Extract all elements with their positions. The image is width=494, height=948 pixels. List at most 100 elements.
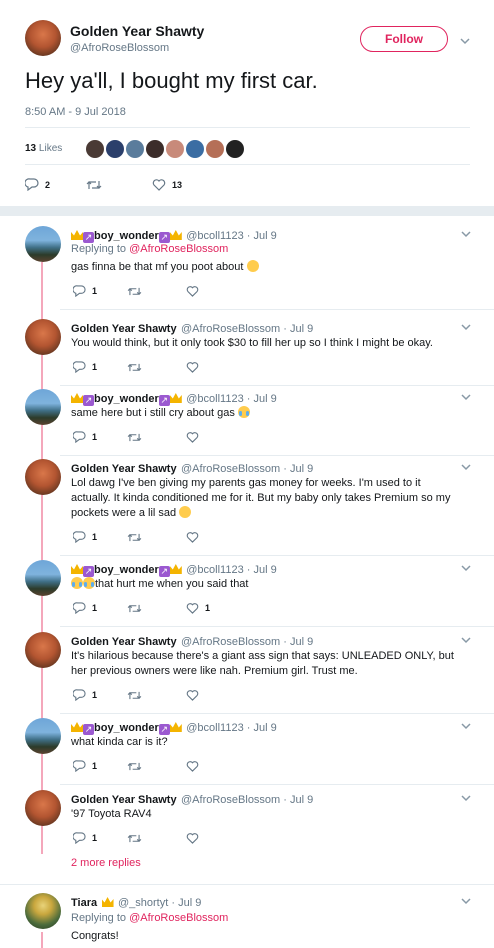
replying-to-handle[interactable]: @AfroRoseBlossom [129,912,228,924]
like-button[interactable] [186,689,205,701]
reply-button[interactable]: 1 [73,285,97,297]
crown-emoji-icon [71,230,83,240]
liker-avatar[interactable] [106,140,124,158]
author-handle[interactable]: @_shortyt · Jul 9 [118,897,201,909]
avatar[interactable] [25,893,61,929]
author-handle[interactable]: @AfroRoseBlossom · Jul 9 [181,463,313,475]
retweet-icon [127,834,142,842]
chevron-down-icon[interactable] [460,228,472,240]
author-name[interactable]: Golden Year Shawty [71,323,177,335]
divider [0,884,494,885]
liker-avatar[interactable] [186,140,204,158]
like-button[interactable] [186,832,205,844]
avatar[interactable] [25,319,61,355]
chevron-down-icon[interactable] [460,562,472,574]
liker-avatar[interactable] [126,140,144,158]
like-button[interactable] [186,531,205,543]
like-button[interactable]: 1 [186,602,210,614]
reply-actions: 1 [73,285,235,297]
reply-text-row: that hurt me when you said that [71,577,248,592]
author-name[interactable]: Tiara [71,897,97,909]
like-button[interactable] [186,760,205,772]
author-name[interactable]: boy_wonder [94,722,159,734]
reply-icon [73,285,86,297]
liker-avatar[interactable] [86,140,104,158]
likes-stat[interactable]: 13 Likes [25,143,62,154]
retweet-icon [127,604,142,612]
chevron-down-icon[interactable] [460,461,472,473]
liker-avatar[interactable] [166,140,184,158]
author-name[interactable]: boy_wonder [94,564,159,576]
reply-button[interactable]: 1 [73,531,97,543]
avatar[interactable] [25,718,61,754]
avatar[interactable] [25,389,61,425]
reply-actions: 1 [73,689,235,701]
replying-to-handle[interactable]: @AfroRoseBlossom [129,243,228,255]
author-handle[interactable]: @bcoll1123 · Jul 9 [186,564,276,576]
reply-button[interactable]: 1 [73,832,97,844]
divider [60,626,494,627]
like-button[interactable]: 13 [152,178,182,191]
author-name[interactable]: boy_wonder [94,230,159,242]
avatar[interactable] [25,560,61,596]
author-handle[interactable]: @bcoll1123 · Jul 9 [186,393,276,405]
author-name[interactable]: Golden Year Shawty [71,636,177,648]
author-name[interactable]: Golden Year Shawty [71,794,177,806]
chevron-down-icon[interactable] [460,634,472,646]
chevron-down-icon[interactable] [459,35,471,47]
chevron-down-icon[interactable] [460,720,472,732]
liker-avatar[interactable] [226,140,244,158]
avatar[interactable] [25,459,61,495]
reply-text-line: It's hilarious because there's a giant a… [71,649,471,664]
divider [60,555,494,556]
author-handle[interactable]: @AfroRoseBlossom · Jul 9 [181,323,313,335]
reply-button[interactable]: 1 [73,361,97,373]
avatar[interactable] [25,632,61,668]
chevron-down-icon[interactable] [460,391,472,403]
reply-header: ↗ boy_wonder ↗ @bcoll1123 · Jul 9 [71,718,277,736]
like-button[interactable] [186,285,205,297]
avatar[interactable] [25,226,61,262]
retweet-button[interactable] [127,761,142,772]
avatar[interactable] [25,790,61,826]
retweet-button[interactable] [127,532,142,543]
author-name[interactable]: boy_wonder [94,393,159,405]
follow-button[interactable]: Follow [360,26,448,52]
reply-button[interactable]: 1 [73,431,97,443]
retweet-button[interactable] [127,286,142,297]
avatar[interactable] [25,20,61,56]
chevron-down-icon[interactable] [460,895,472,907]
liker-avatar[interactable] [206,140,224,158]
more-replies-link[interactable]: 2 more replies [71,857,141,869]
author-handle[interactable]: @AfroRoseBlossom [70,42,169,54]
reply-count: 1 [92,362,98,372]
author-name[interactable]: Golden Year Shawty [71,463,177,475]
reply-button[interactable]: 1 [73,689,97,701]
chevron-down-icon[interactable] [460,321,472,333]
chevron-down-icon[interactable] [460,792,472,804]
author-handle[interactable]: @AfroRoseBlossom · Jul 9 [181,636,313,648]
reply-text: what kinda car is it? [71,736,168,748]
liker-avatar[interactable] [146,140,164,158]
retweet-button[interactable] [127,690,142,701]
replying-prefix: Replying to [71,243,130,255]
reply-button[interactable]: 1 [73,602,97,614]
like-button[interactable] [186,361,205,373]
author-name[interactable]: Golden Year Shawty [70,23,204,39]
divider [60,385,494,386]
like-button[interactable] [186,431,205,443]
retweet-button[interactable] [127,833,142,844]
timestamp[interactable]: 8:50 AM - 9 Jul 2018 [25,106,126,118]
author-handle[interactable]: @AfroRoseBlossom · Jul 9 [181,794,313,806]
author-handle[interactable]: @bcoll1123 · Jul 9 [186,722,276,734]
retweet-button[interactable] [127,432,142,443]
author-handle[interactable]: @bcoll1123 · Jul 9 [186,230,276,242]
retweet-button[interactable] [86,179,102,191]
retweet-button[interactable] [127,603,142,614]
retweet-button[interactable] [127,362,142,373]
reply-button[interactable]: 2 [25,178,50,191]
reply-icon [73,832,86,844]
reply-button[interactable]: 1 [73,760,97,772]
crown-emoji-icon [169,393,182,403]
reply-text-line: Lol dawg I've ben giving my parents gas … [71,476,471,491]
